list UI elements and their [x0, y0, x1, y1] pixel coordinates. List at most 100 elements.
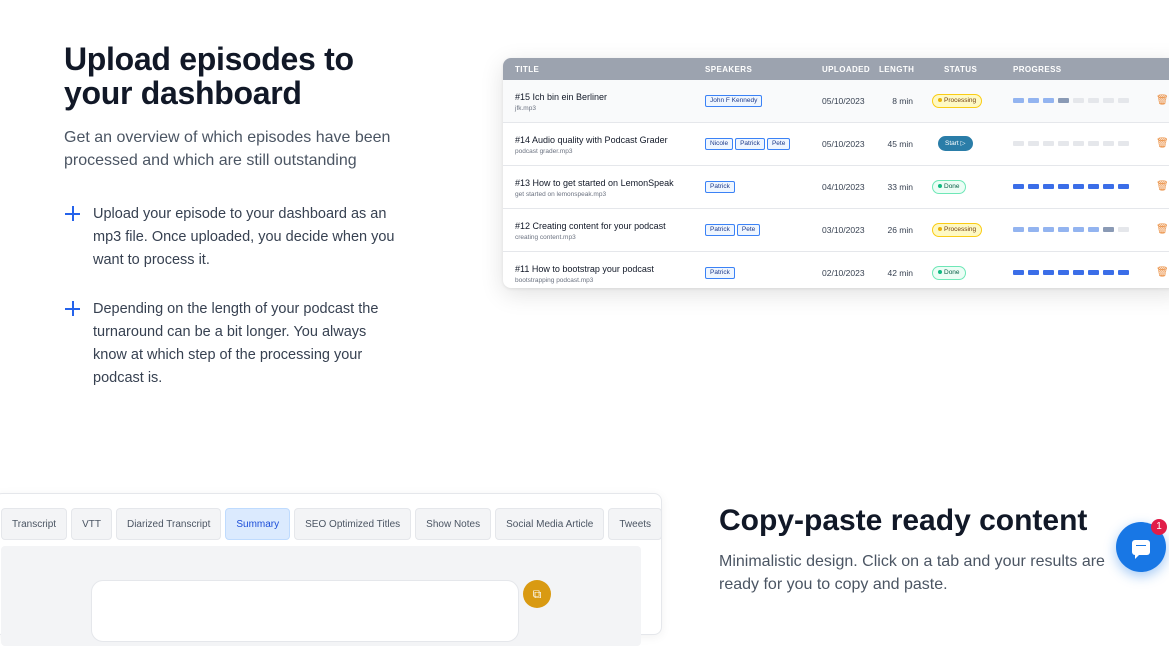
progress-segment: [1013, 184, 1024, 189]
speaker-tags: Patrick Pete: [705, 224, 761, 236]
status-badge: Processing: [932, 223, 983, 237]
progress-bar: [1013, 98, 1129, 103]
plus-icon: [64, 300, 82, 318]
episodes-table: TITLE SPEAKERS UPLOADED LENGTH STATUS PR…: [503, 58, 1169, 288]
status-dot-icon: [938, 184, 942, 189]
copy-paste-section: Copy-paste ready content Minimalistic de…: [719, 502, 1119, 596]
progress-segment: [1043, 184, 1054, 189]
trash-icon[interactable]: 🗑: [1156, 267, 1169, 279]
episode-file: bootstrapping podcast.mp3: [515, 277, 594, 284]
start-button[interactable]: Start ▷: [938, 136, 973, 151]
trash-icon[interactable]: 🗑: [1156, 138, 1169, 150]
trash-icon[interactable]: 🗑: [1156, 95, 1169, 107]
status-cell: Done: [932, 266, 966, 280]
col-progress: PROGRESS: [1013, 64, 1062, 74]
tab-social-media-article[interactable]: Social Media Article: [495, 508, 605, 540]
speaker-tag: Patrick: [735, 138, 765, 150]
progress-segment: [1088, 98, 1099, 103]
progress-segment: [1028, 141, 1039, 146]
table-row[interactable]: #14 Audio quality with Podcast Grader pod…: [503, 123, 1169, 166]
episode-length: 45 min: [887, 139, 913, 149]
speaker-tags: Patrick: [705, 181, 735, 193]
progress-segment: [1088, 184, 1099, 189]
episode-length: 26 min: [887, 225, 913, 235]
status-cell: Processing: [932, 223, 983, 237]
progress-segment: [1118, 184, 1129, 189]
progress-segment: [1103, 98, 1114, 103]
col-length: LENGTH: [879, 64, 915, 74]
speaker-tags: John F Kennedy: [705, 95, 763, 107]
trash-icon[interactable]: 🗑: [1156, 181, 1169, 193]
uploaded-date: 03/10/2023: [822, 225, 865, 235]
progress-bar: [1013, 227, 1129, 232]
copy-icon: ⧉: [532, 586, 542, 601]
progress-segment: [1073, 98, 1084, 103]
status-label: Processing: [944, 226, 977, 233]
speaker-tag: Pete: [766, 138, 791, 150]
episode-length: 33 min: [887, 182, 913, 192]
tab-vtt[interactable]: VTT: [71, 508, 112, 540]
tab-content: ⧉: [1, 546, 641, 646]
progress-segment: [1073, 141, 1084, 146]
progress-segment: [1013, 270, 1024, 275]
progress-segment: [1103, 270, 1114, 275]
progress-bar: [1013, 141, 1129, 146]
episode-title[interactable]: #15 Ich bin ein Berliner: [515, 92, 607, 102]
progress-segment: [1013, 141, 1024, 146]
progress-segment: [1118, 270, 1129, 275]
episode-title[interactable]: #12 Creating content for your podcast: [515, 221, 666, 231]
tab-tweets[interactable]: Tweets: [608, 508, 663, 540]
table-row[interactable]: #12 Creating content for your podcast cre…: [503, 209, 1169, 252]
summary-text-box[interactable]: [91, 580, 519, 642]
episode-file: creating content.mp3: [515, 234, 576, 241]
tab-summary[interactable]: Summary: [225, 508, 291, 540]
progress-segment: [1043, 141, 1054, 146]
speaker-tags: Patrick: [705, 267, 735, 279]
speaker-tag: Patrick: [705, 224, 735, 236]
status-label: Done: [944, 269, 960, 276]
status-cell: Start ▷: [932, 136, 973, 151]
status-cell: Processing: [932, 94, 983, 108]
progress-segment: [1043, 227, 1054, 232]
episode-title[interactable]: #14 Audio quality with Podcast Grader: [515, 135, 668, 145]
col-speakers: SPEAKERS: [705, 64, 753, 74]
episode-length: 42 min: [887, 268, 913, 278]
chat-launcher-button[interactable]: 1: [1116, 519, 1167, 572]
tab-transcript[interactable]: Transcript: [1, 508, 68, 540]
progress-segment: [1043, 270, 1054, 275]
progress-segment: [1058, 184, 1069, 189]
uploaded-date: 05/10/2023: [822, 96, 865, 106]
progress-segment: [1058, 141, 1069, 146]
unread-badge: 1: [1151, 519, 1167, 535]
progress-segment: [1118, 98, 1129, 103]
progress-segment: [1073, 270, 1084, 275]
progress-bar: [1013, 184, 1129, 189]
progress-segment: [1088, 227, 1099, 232]
start-label: Start: [945, 140, 959, 147]
tab-bar: Transcript VTT Diarized Transcript Summary S…: [1, 508, 663, 540]
episode-title[interactable]: #13 How to get started on LemonSpeak: [515, 178, 674, 188]
table-row[interactable]: #15 Ich bin ein Berliner jfk.mp3 John F Ke…: [503, 80, 1169, 123]
episode-title[interactable]: #11 How to bootstrap your podcast: [515, 264, 654, 274]
table-row[interactable]: #13 How to get started on LemonSpeak get …: [503, 166, 1169, 209]
episode-length: 8 min: [892, 96, 913, 106]
table-row[interactable]: #11 How to bootstrap your podcast bootstr…: [503, 252, 1169, 288]
progress-segment: [1013, 98, 1024, 103]
content-tabs-panel: Transcript VTT Diarized Transcript Summary S…: [0, 493, 663, 646]
trash-icon[interactable]: 🗑: [1156, 224, 1169, 236]
tab-diarized-transcript[interactable]: Diarized Transcript: [115, 508, 222, 540]
progress-segment: [1013, 227, 1024, 232]
progress-segment: [1028, 184, 1039, 189]
progress-segment: [1073, 184, 1084, 189]
status-badge: Processing: [932, 94, 983, 108]
speaker-tag: Nicole: [705, 138, 734, 150]
progress-segment: [1088, 141, 1099, 146]
status-badge: Done: [932, 180, 966, 194]
copy-button[interactable]: ⧉: [523, 580, 551, 608]
tab-show-notes[interactable]: Show Notes: [415, 508, 492, 540]
tab-seo-optimized-titles[interactable]: SEO Optimized Titles: [294, 508, 412, 540]
episode-file: jfk.mp3: [515, 105, 536, 112]
plus-icon: [64, 205, 82, 223]
uploaded-date: 05/10/2023: [822, 139, 865, 149]
status-dot-icon: [938, 98, 942, 103]
